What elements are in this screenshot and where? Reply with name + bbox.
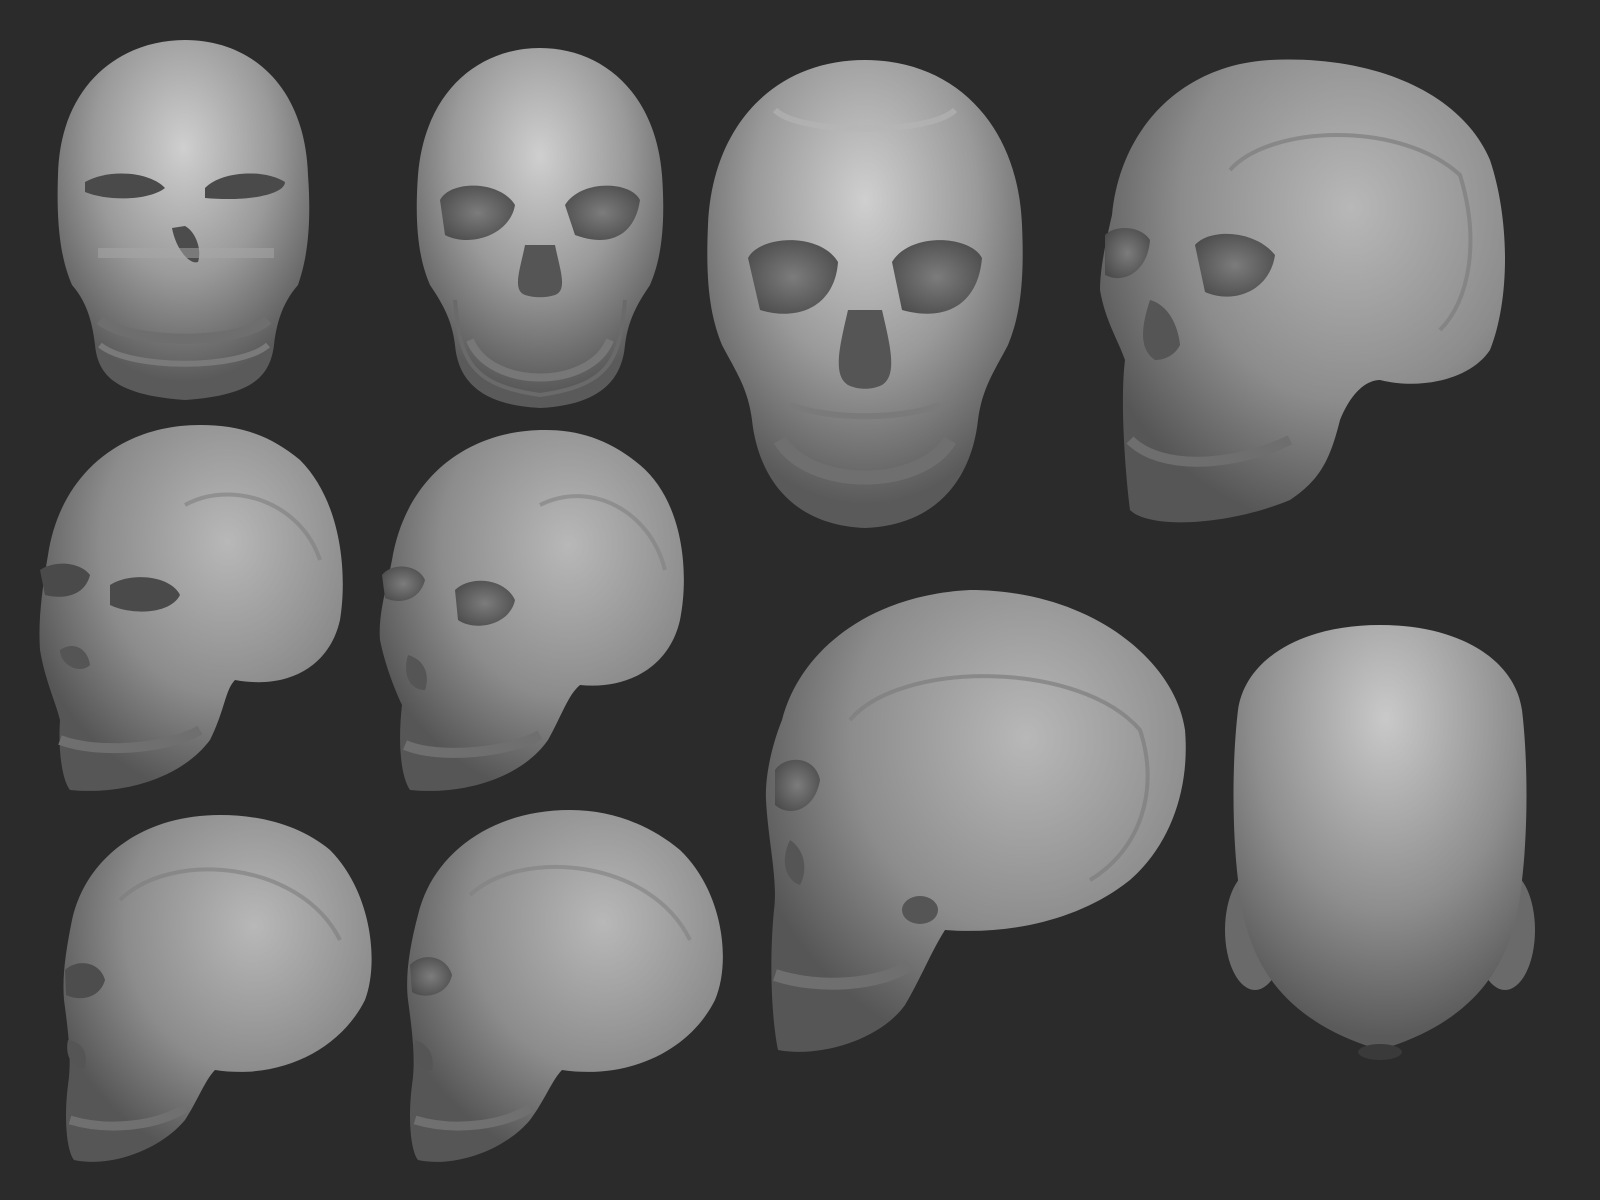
- skull-side-lowres: [63, 815, 372, 1162]
- skull-side-highres: [765, 590, 1186, 1052]
- skull-front-lowres: [57, 40, 310, 400]
- skull-three-quarter-lowres: [39, 425, 343, 791]
- skull-back-highres: [1225, 625, 1535, 1060]
- skull-front-midres: [416, 48, 664, 408]
- skull-three-quarter-midres: [379, 430, 684, 791]
- skull-render-sheet: [39, 40, 1535, 1162]
- skull-side-midres: [407, 810, 723, 1162]
- skull-front-highres: [707, 60, 1023, 528]
- skull-three-quarter-highres: [1100, 59, 1505, 523]
- sculpt-viewport: [0, 0, 1600, 1200]
